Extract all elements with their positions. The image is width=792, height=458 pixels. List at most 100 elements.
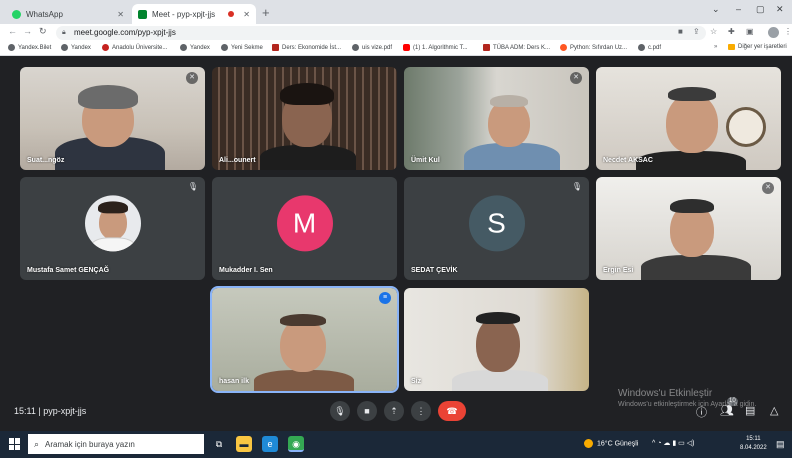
bookmark-item[interactable]: Yandex.Bilet xyxy=(8,44,51,51)
bookmark-item[interactable]: uis vize.pdf xyxy=(352,44,392,51)
mic-off-icon: ✕ xyxy=(762,182,774,194)
participant-name: hasan ilk xyxy=(219,378,249,385)
separator: | xyxy=(38,406,41,416)
participant-tile[interactable]: ≡ hasan ilk xyxy=(210,286,399,393)
taskbar-clock[interactable]: 15:11 8.04.2022 xyxy=(740,435,767,453)
globe-icon xyxy=(180,44,187,51)
share-icon[interactable]: ⇪ xyxy=(693,27,700,36)
participant-name: Siz xyxy=(411,378,422,385)
participant-video xyxy=(668,87,716,101)
tab-close-icon[interactable]: ✕ xyxy=(243,10,250,19)
extensions-icon[interactable]: ✚ xyxy=(728,27,735,36)
bookmark-item[interactable]: Ders: Ekonomide İst... xyxy=(272,44,341,51)
mic-off-icon: ✕ xyxy=(570,72,582,84)
back-icon[interactable]: ← xyxy=(8,26,17,36)
participant-tile[interactable]: M Mukadder I. Sen xyxy=(212,177,397,280)
google-meet-icon xyxy=(138,9,147,19)
camera-button[interactable]: ■ xyxy=(357,401,377,421)
task-view-icon[interactable]: ⧉ xyxy=(211,436,227,452)
participant-photo-avatar xyxy=(84,194,141,251)
forward-icon[interactable]: → xyxy=(23,26,32,36)
participant-tile[interactable]: 🎙︎ Mustafa Samet GENÇAĞ xyxy=(20,177,205,280)
participant-video xyxy=(666,93,718,153)
system-tray-icons[interactable]: ^ ◔ ☁ ▮ ▭ ◁) xyxy=(652,439,694,447)
folder-icon xyxy=(728,44,735,50)
tab-search-icon[interactable]: ⌄ xyxy=(712,4,720,15)
clock-date: 8.04.2022 xyxy=(740,445,767,451)
present-screen-button[interactable]: ⇡ xyxy=(384,401,404,421)
participant-video xyxy=(476,316,520,372)
speaking-indicator-icon: ≡ xyxy=(379,292,391,304)
windows-start-icon[interactable] xyxy=(9,438,21,450)
participant-video xyxy=(490,95,528,107)
close-window-button[interactable]: ✕ xyxy=(776,4,784,15)
udemy-icon xyxy=(560,44,567,51)
globe-icon xyxy=(352,44,359,51)
watermark-title: Windows'u Etkinleştir xyxy=(618,388,713,399)
edge-icon[interactable]: e xyxy=(262,436,278,452)
taskbar-search-input[interactable]: ⌕ Aramak için buraya yazın xyxy=(28,434,204,454)
bookmark-item[interactable]: c.pdf xyxy=(638,44,661,51)
bookmarks-overflow-icon[interactable]: » xyxy=(714,44,717,50)
bookmark-item[interactable]: (1) 1. Algorithmic T... xyxy=(403,44,468,51)
participant-tile[interactable]: S 🎙︎ SEDAT ÇEVİK xyxy=(404,177,589,280)
more-options-button[interactable]: ⋮ xyxy=(411,401,431,421)
globe-icon xyxy=(221,44,228,51)
globe-icon xyxy=(638,44,645,51)
ad-icon xyxy=(272,44,279,51)
tab-meet[interactable]: Meet - pyp-xpjt-jjs ✕ xyxy=(132,4,256,24)
lock-icon[interactable]: 🔒︎ xyxy=(62,29,66,37)
participant-tile[interactable]: ✕ Suat...ngöz xyxy=(20,67,205,170)
notification-icon[interactable]: ▤ xyxy=(776,439,785,450)
activities-icon[interactable]: △ xyxy=(770,404,778,417)
ad-icon xyxy=(483,44,490,51)
participant-video xyxy=(78,85,138,109)
new-tab-button[interactable]: + xyxy=(262,5,270,20)
participant-initial-avatar: M xyxy=(276,194,333,251)
bookmark-item[interactable]: TÜBA ADM: Ders K... xyxy=(483,44,550,51)
bookmark-item[interactable]: Python: Sıfırdan Uz... xyxy=(560,44,627,51)
minimize-button[interactable]: – xyxy=(736,4,741,14)
maximize-button[interactable]: ▢ xyxy=(756,4,765,15)
address-bar[interactable]: 🔒︎ meet.google.com/pyp-xpjt-jjs xyxy=(56,26,706,40)
tab-whatsapp[interactable]: WhatsApp ✕ xyxy=(6,4,130,24)
microphone-icon: 🎙︎ xyxy=(334,406,346,416)
bookmark-item[interactable]: Anadolu Üniversite... xyxy=(102,44,167,51)
participant-name: Necdet AKSAC xyxy=(603,157,653,164)
participant-tile[interactable]: ✕ Ergin Esi xyxy=(596,177,781,280)
tab-close-icon[interactable]: ✕ xyxy=(117,10,124,19)
reload-icon[interactable]: ↻ xyxy=(39,26,47,37)
participant-name: Suat...ngöz xyxy=(27,157,65,164)
participant-tile[interactable]: Ali...ounert xyxy=(212,67,397,170)
other-bookmarks-folder[interactable]: Diğer yer işaretleri xyxy=(728,44,787,50)
more-vert-icon: ⋮ xyxy=(416,406,426,416)
url-text[interactable]: meet.google.com/pyp-xpjt-jjs xyxy=(74,28,176,37)
bookmark-star-icon[interactable]: ☆ xyxy=(710,27,717,36)
participant-video xyxy=(254,370,354,391)
mic-off-icon: 🎙︎ xyxy=(187,182,198,191)
chrome-icon[interactable]: ◉ xyxy=(288,436,304,452)
bookmark-item[interactable]: Yeni Sekme xyxy=(221,44,263,51)
self-view-tile[interactable]: Siz xyxy=(404,288,589,391)
profile-avatar[interactable] xyxy=(768,27,779,38)
participant-name: Mustafa Samet GENÇAĞ xyxy=(27,267,110,274)
tab-title: WhatsApp xyxy=(26,9,63,19)
weather-widget[interactable]: 16°C Güneşli xyxy=(584,439,638,448)
mic-off-icon: 🎙︎ xyxy=(571,182,582,191)
microphone-button[interactable]: 🎙︎ xyxy=(330,401,350,421)
bookmark-item[interactable]: Yandex xyxy=(61,44,91,51)
participant-name: Ali...ounert xyxy=(219,157,256,164)
side-panel-icon[interactable]: ▣ xyxy=(746,27,754,36)
file-explorer-icon[interactable]: ▬ xyxy=(236,436,252,452)
participant-video xyxy=(260,145,356,170)
participant-tile[interactable]: ✕ Ümit Kul xyxy=(404,67,589,170)
leave-call-button[interactable]: ☎︎ xyxy=(438,401,466,421)
camera-icon: ■ xyxy=(364,406,370,416)
present-icon: ⇡ xyxy=(390,406,398,416)
participant-tile[interactable]: Necdet AKSAC xyxy=(596,67,781,170)
bookmark-item[interactable]: Yandex xyxy=(180,44,210,51)
camera-in-use-icon[interactable]: ■ xyxy=(678,27,683,36)
menu-icon[interactable]: ⋮ xyxy=(784,27,792,36)
participant-video xyxy=(670,199,714,213)
search-icon: ⌕ xyxy=(34,438,40,449)
